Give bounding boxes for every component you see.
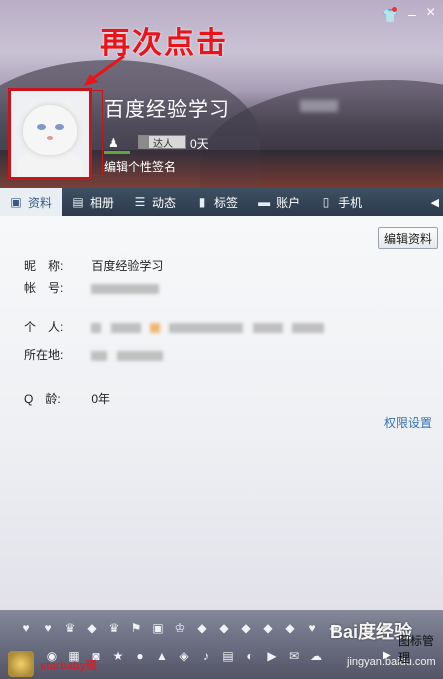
star-icon[interactable]: ★ — [110, 648, 126, 664]
game-icon[interactable]: ◐ — [242, 648, 258, 664]
avatar-highlight-frame — [92, 90, 103, 176]
cat-eye — [37, 124, 46, 130]
personal-label: 个 人: — [24, 320, 64, 334]
phone-icon: ▯ — [322, 195, 330, 209]
tab-label: 动态 — [152, 195, 177, 210]
badge-icon — [139, 136, 149, 148]
diamond-icon[interactable]: ◆ — [84, 620, 100, 636]
feed-icon: ☰ — [134, 195, 146, 209]
nickname-label: 昵 称: — [24, 259, 64, 273]
icon-management-link[interactable]: 图标管理 — [398, 632, 443, 666]
shield-icon[interactable]: ◈ — [176, 648, 192, 664]
tab-profile[interactable]: ▣ 资料 — [0, 188, 63, 216]
tab-tags[interactable]: ▮ 标签 — [186, 188, 248, 216]
crown-icon[interactable]: ♔ — [172, 620, 188, 636]
status-badge: 达人 — [138, 135, 186, 150]
watermark-username: starbaby瑶 — [40, 660, 97, 672]
age-label: Q 龄: — [24, 392, 61, 406]
location-row: 所在地: — [24, 346, 169, 363]
trophy-icon[interactable]: ♛ — [106, 620, 122, 636]
heart-icon[interactable]: ♥ — [18, 620, 34, 636]
level-bar — [104, 151, 130, 154]
profile-nickname[interactable]: 百度经验学习 — [104, 93, 230, 122]
age-row: Q 龄: 0年 — [24, 390, 110, 407]
edit-profile-button[interactable]: 编辑资料 — [378, 227, 438, 249]
chat-icon[interactable]: ● — [132, 648, 148, 664]
annotation-arrow-icon — [84, 54, 125, 86]
account-value-blurred — [91, 283, 160, 294]
cloud-icon[interactable]: ☁ — [308, 648, 324, 664]
minimize-icon[interactable]: – — [408, 6, 416, 22]
personal-value-blurred — [91, 322, 102, 333]
account-label: 帐 号: — [24, 281, 64, 295]
location-value-blurred — [116, 350, 163, 361]
nickname-value: 百度经验学习 — [91, 259, 164, 273]
diamond-icon[interactable]: ◆ — [260, 620, 276, 636]
music-icon[interactable]: ♪ — [198, 648, 214, 664]
heart-icon[interactable]: ♥ — [304, 620, 320, 636]
location-value-blurred — [91, 350, 108, 361]
tab-label: 手机 — [338, 195, 363, 210]
level-icon: ♟ — [108, 136, 119, 150]
account-row: 帐 号: — [24, 279, 165, 296]
trophy-icon[interactable]: ♛ — [62, 620, 78, 636]
tab-label: 相册 — [90, 195, 115, 210]
diamond-icon[interactable]: ◆ — [282, 620, 298, 636]
age-value: 0年 — [91, 392, 111, 406]
nickname-row: 昵 称: 百度经验学习 — [24, 257, 163, 274]
personal-value-blurred — [110, 322, 141, 333]
photo-icon[interactable]: ▤ — [220, 648, 236, 664]
personal-value-blurred — [150, 322, 161, 333]
badge-label: 达人 — [153, 138, 173, 150]
wallet-icon: ▬ — [258, 195, 271, 209]
personal-value-blurred — [169, 322, 244, 333]
cat-head — [23, 105, 77, 155]
close-icon[interactable]: × — [426, 4, 435, 22]
flag-icon[interactable]: ⚑ — [128, 620, 144, 636]
video-icon[interactable]: ▶ — [264, 648, 280, 664]
tab-label: 资料 — [28, 195, 53, 210]
bookmark-icon: ▮ — [198, 195, 206, 209]
permission-settings-link[interactable]: 权限设置 — [384, 414, 432, 431]
profile-details-panel — [0, 216, 443, 610]
tab-phone[interactable]: ▯ 手机 — [310, 188, 372, 216]
tab-feed[interactable]: ☰ 动态 — [124, 188, 186, 216]
user-avatar — [8, 651, 34, 677]
diamond-icon[interactable]: ◆ — [194, 620, 210, 636]
qq-number-blurred — [300, 100, 338, 112]
signature-field[interactable]: 编辑个性签名 — [104, 158, 176, 175]
tab-album[interactable]: ▤ 相册 — [62, 188, 124, 216]
graduation-icon[interactable]: ▲ — [154, 648, 170, 664]
diamond-icon[interactable]: ◆ — [216, 620, 232, 636]
diamond-icon[interactable]: ◆ — [238, 620, 254, 636]
notification-dot — [392, 7, 397, 12]
icon-row-1: ♥ ♥ ♛ ◆ ♛ ⚑ ▣ ♔ ◆ ◆ ◆ ◆ ◆ ♥ ◆ — [18, 620, 348, 636]
cat-eye — [55, 124, 64, 130]
heart-icon[interactable]: ♥ — [40, 620, 56, 636]
tab-label: 账户 — [276, 195, 301, 210]
personal-row: 个 人: — [24, 318, 330, 335]
id-card-icon: ▣ — [10, 195, 22, 209]
mail-icon[interactable]: ✉ — [286, 648, 302, 664]
tab-scroll-left-icon[interactable]: ◀ — [431, 196, 443, 209]
personal-value-blurred — [292, 322, 325, 333]
active-days: 0天 — [190, 137, 209, 151]
location-label: 所在地: — [24, 348, 64, 362]
profile-tab-bar: ▣ 资料 ▤ 相册 ☰ 动态 ▮ 标签 ▬ 账户 ▯ 手机 ◀ — [0, 188, 443, 216]
tab-label: 标签 — [214, 195, 239, 210]
tab-account[interactable]: ▬ 账户 — [248, 188, 310, 216]
photo-icon: ▤ — [72, 195, 84, 209]
profile-header: 再次点击 👕 – × 百度经验学习 ♟ 达人 0天 编辑个性签名 — [0, 0, 443, 188]
cat-nose — [47, 136, 53, 140]
avatar[interactable] — [8, 88, 92, 180]
monitor-icon[interactable]: ▣ — [150, 620, 166, 636]
personal-value-blurred — [252, 322, 283, 333]
